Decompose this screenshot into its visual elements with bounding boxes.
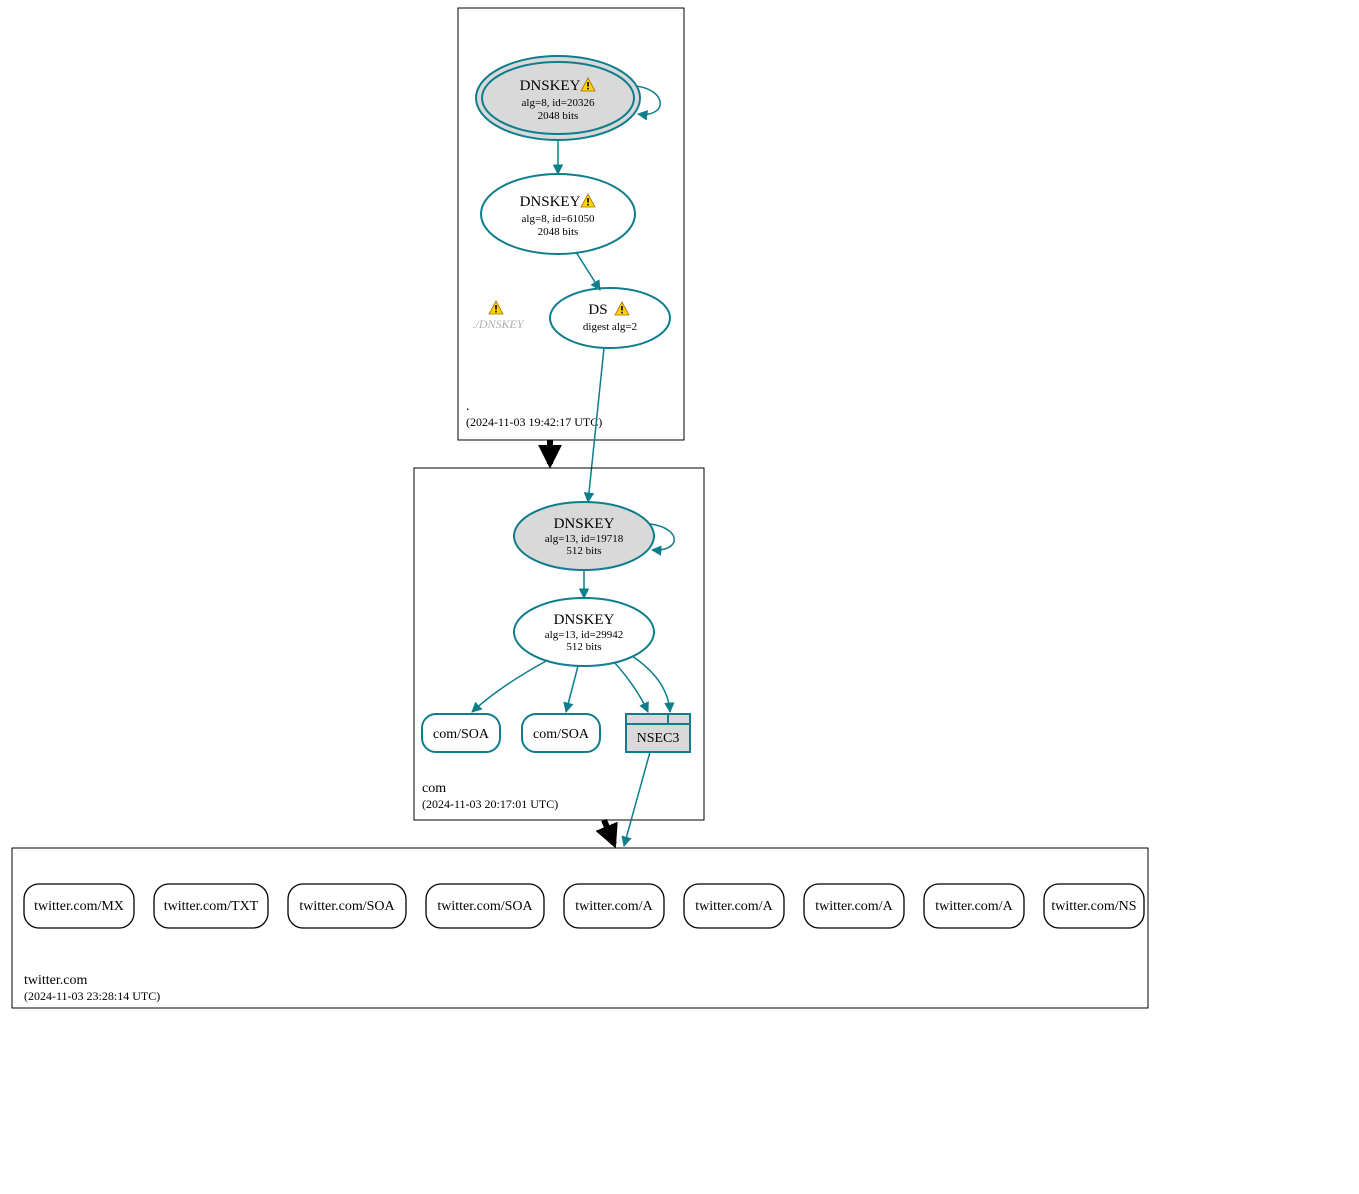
svg-text:./DNSKEY: ./DNSKEY [472, 317, 524, 331]
svg-text:alg=13, id=29942: alg=13, id=29942 [545, 629, 623, 641]
zone-twitter: twitter.com (2024-11-03 23:28:14 UTC) tw… [12, 848, 1148, 1008]
node-com-nsec3[interactable]: NSEC3 [626, 714, 690, 752]
svg-text:alg=8, id=20326: alg=8, id=20326 [522, 97, 595, 109]
svg-text:2048 bits: 2048 bits [538, 226, 579, 238]
edge-zone-com-to-twitter [604, 820, 614, 844]
zone-com-label: com [422, 781, 446, 796]
rrset-4[interactable]: twitter.com/A [564, 884, 664, 928]
svg-text:twitter.com/A: twitter.com/A [935, 899, 1013, 914]
svg-text:digest alg=2: digest alg=2 [583, 321, 637, 333]
node-root-ksk[interactable]: DNSKEY alg=8, id=20326 2048 bits [476, 56, 640, 140]
rrset-0[interactable]: twitter.com/MX [24, 884, 134, 928]
node-root-zsk[interactable]: DNSKEY alg=8, id=61050 2048 bits [481, 174, 635, 254]
svg-text:2048 bits: 2048 bits [538, 110, 579, 122]
svg-text:twitter.com/NS: twitter.com/NS [1051, 899, 1136, 914]
zone-twitter-label: twitter.com [24, 973, 87, 988]
rrset-6[interactable]: twitter.com/A [804, 884, 904, 928]
svg-text:512 bits: 512 bits [566, 641, 601, 653]
edge-zsk-to-nsec3-a [614, 662, 648, 712]
zone-com: com (2024-11-03 20:17:01 UTC) DNSKEY alg… [414, 468, 704, 820]
svg-text:twitter.com/A: twitter.com/A [575, 899, 653, 914]
zone-root-ts: (2024-11-03 19:42:17 UTC) [466, 415, 602, 429]
svg-text:DS: DS [588, 302, 607, 318]
svg-text:DNSKEY: DNSKEY [554, 516, 615, 532]
node-com-soa-2[interactable]: com/SOA [522, 714, 600, 752]
svg-text:DNSKEY: DNSKEY [520, 194, 581, 210]
rrset-5[interactable]: twitter.com/A [684, 884, 784, 928]
edge-root-zsk-to-ds [576, 252, 600, 290]
rrset-8[interactable]: twitter.com/NS [1044, 884, 1144, 928]
svg-text:alg=8, id=61050: alg=8, id=61050 [522, 213, 595, 225]
svg-text:twitter.com/MX: twitter.com/MX [34, 899, 124, 914]
svg-text:512 bits: 512 bits [566, 545, 601, 557]
node-root-ghost: ./DNSKEY [472, 301, 524, 331]
edge-zsk-to-soa2 [566, 666, 578, 712]
svg-text:twitter.com/SOA: twitter.com/SOA [437, 899, 533, 914]
zone-com-ts: (2024-11-03 20:17:01 UTC) [422, 797, 558, 811]
svg-text:twitter.com/A: twitter.com/A [695, 899, 773, 914]
warning-icon [489, 301, 503, 314]
svg-text:com/SOA: com/SOA [533, 727, 590, 742]
dnssec-diagram: . (2024-11-03 19:42:17 UTC) DNSKEY alg=8… [0, 0, 1359, 1194]
rrset-1[interactable]: twitter.com/TXT [154, 884, 268, 928]
rrset-3[interactable]: twitter.com/SOA [426, 884, 544, 928]
rrset-2[interactable]: twitter.com/SOA [288, 884, 406, 928]
svg-text:twitter.com/A: twitter.com/A [815, 899, 893, 914]
edge-zsk-to-nsec3-b [632, 656, 670, 712]
svg-text:alg=13, id=19718: alg=13, id=19718 [545, 533, 624, 545]
svg-text:DNSKEY: DNSKEY [554, 612, 615, 628]
svg-text:NSEC3: NSEC3 [637, 731, 680, 746]
rrset-7[interactable]: twitter.com/A [924, 884, 1024, 928]
svg-text:com/SOA: com/SOA [433, 727, 490, 742]
node-com-ksk[interactable]: DNSKEY alg=13, id=19718 512 bits [514, 502, 654, 570]
node-root-ds[interactable]: DS digest alg=2 [550, 288, 670, 348]
zone-root-label: . [466, 399, 470, 414]
node-com-soa-1[interactable]: com/SOA [422, 714, 500, 752]
zone-root: . (2024-11-03 19:42:17 UTC) DNSKEY alg=8… [458, 8, 684, 440]
edge-nsec3-to-twitter [624, 752, 650, 846]
svg-text:DNSKEY: DNSKEY [520, 78, 581, 94]
edge-zsk-to-soa1 [472, 660, 548, 712]
svg-text:twitter.com/TXT: twitter.com/TXT [164, 899, 259, 914]
zone-twitter-ts: (2024-11-03 23:28:14 UTC) [24, 989, 160, 1003]
svg-text:twitter.com/SOA: twitter.com/SOA [299, 899, 395, 914]
